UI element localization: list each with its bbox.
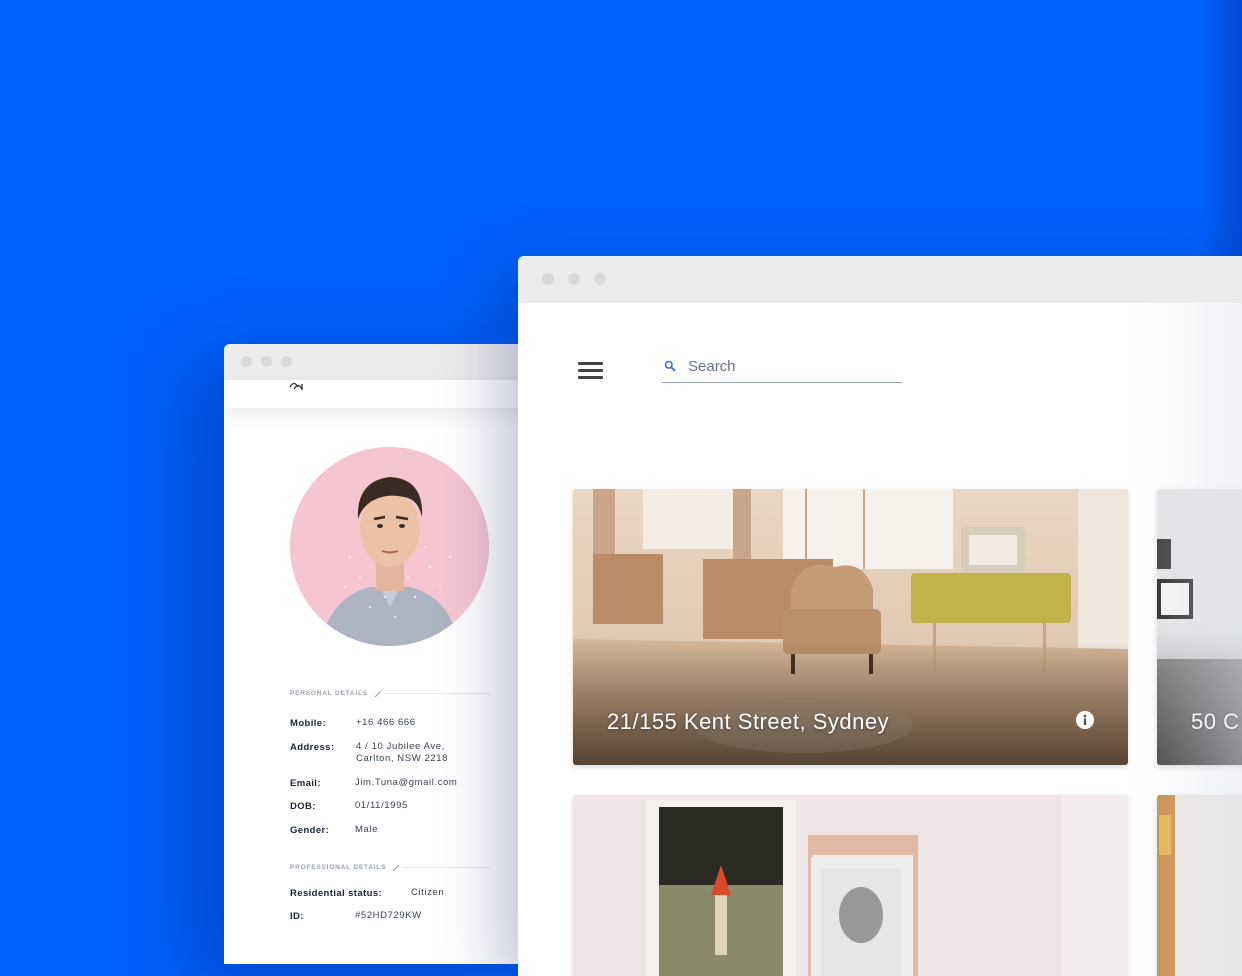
window-close-dot-icon[interactable] bbox=[241, 356, 252, 367]
hamburger-menu-icon[interactable] bbox=[578, 362, 603, 380]
profile-window-titlebar bbox=[224, 344, 544, 380]
address-value-line1: 4 / 10 Jubilee Ave, bbox=[356, 741, 445, 752]
listing-title: 50 C bbox=[1191, 709, 1240, 734]
address-label: Address: bbox=[290, 742, 335, 753]
window-minimize-dot-icon[interactable] bbox=[568, 273, 580, 285]
search-input[interactable] bbox=[688, 354, 888, 378]
window-minimize-dot-icon[interactable] bbox=[261, 356, 272, 367]
window-maximize-dot-icon[interactable] bbox=[594, 273, 606, 285]
listings-window: 21/155 Kent Street, Sydney 50 C bbox=[518, 256, 1242, 976]
profile-header-bar bbox=[224, 380, 544, 408]
mobile-label: Mobile: bbox=[290, 718, 327, 729]
logo-icon bbox=[289, 382, 303, 390]
residential-status-label: Residential status: bbox=[290, 888, 383, 899]
gender-label: Gender: bbox=[290, 825, 330, 836]
email-label: Email: bbox=[290, 778, 321, 789]
id-value: #52HD729KW bbox=[355, 910, 422, 921]
listing-photo-artwork bbox=[573, 795, 1128, 976]
listing-title: 21/155 Kent Street, Sydney bbox=[607, 709, 890, 734]
edit-professional-pencil-icon[interactable] bbox=[393, 865, 399, 871]
listing-card[interactable]: 50 C bbox=[1157, 489, 1242, 765]
mobile-value: +16 466 666 bbox=[356, 717, 416, 728]
listing-card[interactable] bbox=[573, 795, 1128, 976]
section-divider bbox=[403, 867, 490, 868]
professional-details-title: PROFESSIONAL DETAILS bbox=[290, 864, 387, 871]
gender-value: Male bbox=[355, 824, 378, 835]
dob-value: 01/11/1995 bbox=[355, 800, 408, 811]
personal-details-title: PERSONAL DETAILS bbox=[290, 690, 368, 697]
listings-window-titlebar bbox=[518, 256, 1242, 303]
residential-status-value: Citizen bbox=[411, 887, 445, 898]
email-value: Jim.Tuna@gmail.com bbox=[355, 777, 458, 788]
edit-personal-pencil-icon[interactable] bbox=[375, 691, 381, 697]
listing-card[interactable] bbox=[1157, 795, 1242, 976]
search-bar[interactable] bbox=[662, 354, 902, 383]
profile-window: PERSONAL DETAILS Mobile: +16 466 666 Add… bbox=[224, 344, 544, 964]
section-divider bbox=[385, 693, 490, 694]
dob-label: DOB: bbox=[290, 801, 316, 812]
avatar-image bbox=[290, 447, 489, 646]
search-icon bbox=[664, 360, 676, 372]
address-value-line2: Carlton, NSW 2218 bbox=[356, 753, 449, 764]
window-maximize-dot-icon[interactable] bbox=[281, 356, 292, 367]
profile-avatar[interactable] bbox=[290, 447, 489, 646]
id-label: ID: bbox=[290, 911, 304, 922]
listing-card[interactable]: 21/155 Kent Street, Sydney bbox=[573, 489, 1128, 765]
window-close-dot-icon[interactable] bbox=[542, 273, 554, 285]
listing-photo-room bbox=[1157, 795, 1242, 976]
info-icon[interactable] bbox=[1076, 711, 1094, 729]
